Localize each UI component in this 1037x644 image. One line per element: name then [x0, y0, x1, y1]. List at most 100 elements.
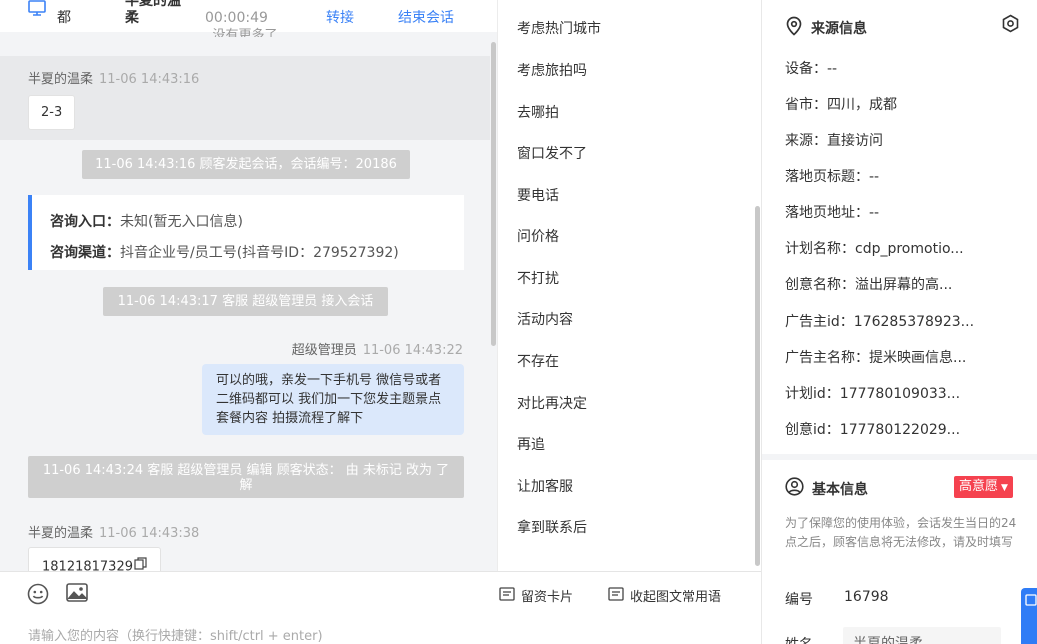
phrase-item[interactable]: 要电话: [517, 185, 559, 205]
info-value: 177780109033...: [839, 386, 961, 402]
agent-message[interactable]: 可以的哦，亲发一下手机号 微信号或者二维码都可以 我们加一下您发主题景点 套餐内…: [202, 364, 464, 435]
edit-notice: 为了保障您的使用体验，会话发生当日的24点之后，顾客信息将无法修改，请及时填写: [785, 516, 1017, 549]
chat-messages[interactable]: 没有更多了 半夏的温柔 11-06 14:43:16 2-3 11-06 14:4…: [0, 26, 497, 571]
location-pin-icon: [785, 16, 803, 40]
name-input[interactable]: 半夏的温柔: [843, 627, 1001, 644]
message-time: 11-06 14:43:16: [99, 72, 200, 87]
info-value: 177780122029...: [839, 422, 961, 438]
sender-name: 半夏的温柔: [28, 72, 94, 87]
info-value: 提米映画信息...: [869, 350, 967, 366]
info-label: 计划id：: [785, 386, 840, 402]
info-row-name: 姓名: [785, 634, 813, 644]
info-value: 直接访问: [827, 133, 883, 149]
message-text: 18121817329: [42, 559, 133, 572]
lead-card-label: 留资卡片: [521, 590, 574, 605]
phrases-scrollbar[interactable]: [755, 206, 760, 566]
customer-message[interactable]: 2-3: [28, 95, 76, 130]
basic-info-title: 基本信息: [785, 477, 868, 500]
agent-name: 超级管理员: [291, 343, 357, 358]
chat-scrollbar[interactable]: [491, 42, 496, 346]
session-timer: 00:00:49: [205, 10, 268, 26]
info-label: 落地页标题：: [785, 169, 869, 185]
phrase-item[interactable]: 去哪拍: [517, 102, 559, 122]
message-meta: 半夏的温柔 11-06 14:43:16: [28, 68, 199, 87]
phrase-item[interactable]: 不打扰: [517, 268, 559, 288]
lead-card-button[interactable]: 留资卡片: [499, 586, 573, 605]
basic-info-label: 基本信息: [812, 481, 868, 498]
info-label: 广告主名称：: [785, 350, 869, 366]
info-row-region: 省市：四川，成都: [785, 94, 897, 114]
consult-channel-label: 咨询渠道：: [50, 245, 120, 261]
phrase-item[interactable]: 问价格: [517, 226, 559, 246]
consult-channel-value: 抖音企业号/员工号(抖音号ID：279527392): [120, 245, 399, 261]
chat-panel: 都 半夏的温 柔 00:00:49 转接 结束会话 没有更多了 半夏的温柔 11-…: [0, 0, 497, 644]
info-value: 四川，成都: [827, 97, 897, 113]
source-info-title: 来源信息: [785, 16, 867, 40]
info-label: 落地页地址：: [785, 205, 869, 221]
phrase-item[interactable]: 再追: [517, 434, 545, 454]
info-row-advertiser-name: 广告主名称：提米映画信息...: [785, 347, 966, 367]
collapse-phrases-label: 收起图文常用语: [630, 590, 722, 605]
info-row-number: 编号 16798: [785, 589, 889, 609]
intent-tag-label: 高意愿: [959, 479, 999, 494]
float-icon: [1025, 594, 1037, 609]
input-toolbar: 留资卡片 收起图文常用语 请输入您的内容（换行快捷键：shift/ctrl + …: [0, 571, 761, 644]
phrase-item[interactable]: 窗口发不了: [517, 143, 587, 163]
message-time: 11-06 14:43:38: [99, 526, 200, 541]
info-value: 16798: [844, 589, 889, 605]
floating-side-button[interactable]: [1021, 588, 1037, 644]
customer-message[interactable]: 18121817329: [28, 547, 161, 571]
info-label: 编号: [785, 592, 813, 608]
info-row-landing-url: 落地页地址：--: [785, 202, 879, 222]
phrase-item[interactable]: 让加客服: [517, 476, 573, 496]
consult-entry-value: 未知(暂无入口信息): [120, 214, 243, 230]
phrase-item[interactable]: 对比再决定: [517, 393, 587, 413]
info-value: cdp_promotio...: [855, 241, 964, 257]
card-icon: [499, 586, 515, 605]
user-circle-icon: [785, 477, 804, 500]
intent-tag-dropdown[interactable]: 高意愿 ▼: [954, 476, 1013, 498]
section-divider: [762, 454, 1037, 460]
sender-name: 半夏的温柔: [28, 526, 94, 541]
info-value: --: [869, 169, 880, 185]
message-time: 11-06 14:43:22: [362, 343, 463, 358]
info-row-creative-name: 创意名称：溢出屏幕的高...: [785, 274, 952, 294]
monitor-icon: [28, 0, 46, 20]
settings-icon[interactable]: [1001, 14, 1020, 37]
transfer-button[interactable]: 转接: [326, 10, 354, 27]
info-row-plan-id: 计划id：177780109033...: [785, 383, 960, 403]
phrase-item[interactable]: 拿到联系后: [517, 517, 587, 537]
copy-icon[interactable]: [134, 548, 147, 571]
consult-entry-label: 咨询入口：: [50, 214, 120, 230]
no-more-hint: 没有更多了: [212, 28, 278, 37]
info-row-plan-name: 计划名称：cdp_promotio...: [785, 238, 964, 258]
quick-phrases-panel: 考虑热门城市 考虑旅拍吗 去哪拍 窗口发不了 要电话 问价格 不打扰 活动内容 …: [497, 0, 761, 571]
phrase-item[interactable]: 不存在: [517, 351, 559, 371]
phrases-icon: [608, 586, 624, 605]
name-input-value: 半夏的温柔: [853, 636, 923, 644]
caret-down-icon: ▼: [1001, 483, 1008, 493]
customer-name-line1: 半夏的温: [125, 0, 181, 9]
collapse-phrases-button[interactable]: 收起图文常用语: [608, 586, 721, 605]
system-notice: 11-06 14:43:17 客服 超级管理员 接入会话: [103, 287, 388, 316]
message-input[interactable]: 请输入您的内容（换行快捷键：shift/ctrl + enter): [28, 625, 323, 644]
info-value: 溢出屏幕的高...: [855, 277, 953, 293]
info-label: 广告主id：: [785, 314, 854, 330]
system-notice: 11-06 14:43:16 顾客发起会话，会话编号：20186: [82, 150, 410, 179]
info-label: 创意名称：: [785, 277, 855, 293]
info-row-creative-id: 创意id：177780122029...: [785, 419, 960, 439]
end-session-button[interactable]: 结束会话: [398, 10, 454, 27]
info-row-landing-title: 落地页标题：--: [785, 166, 879, 186]
info-label: 创意id：: [785, 422, 840, 438]
phrase-item[interactable]: 考虑热门城市: [517, 18, 601, 38]
info-value: 176285378923...: [853, 314, 975, 330]
emoji-icon[interactable]: [27, 583, 49, 609]
info-label: 设备：: [785, 61, 827, 77]
consult-entry-row: 咨询入口：未知(暂无入口信息): [50, 207, 464, 238]
agent-message-meta: 超级管理员 11-06 14:43:22: [292, 339, 463, 358]
phrase-item[interactable]: 活动内容: [517, 309, 573, 329]
image-icon[interactable]: [66, 583, 88, 607]
phrase-item[interactable]: 考虑旅拍吗: [517, 60, 587, 80]
info-label: 省市：: [785, 97, 827, 113]
consult-info-card: 咨询入口：未知(暂无入口信息) 咨询渠道：抖音企业号/员工号(抖音号ID：279…: [28, 195, 464, 270]
